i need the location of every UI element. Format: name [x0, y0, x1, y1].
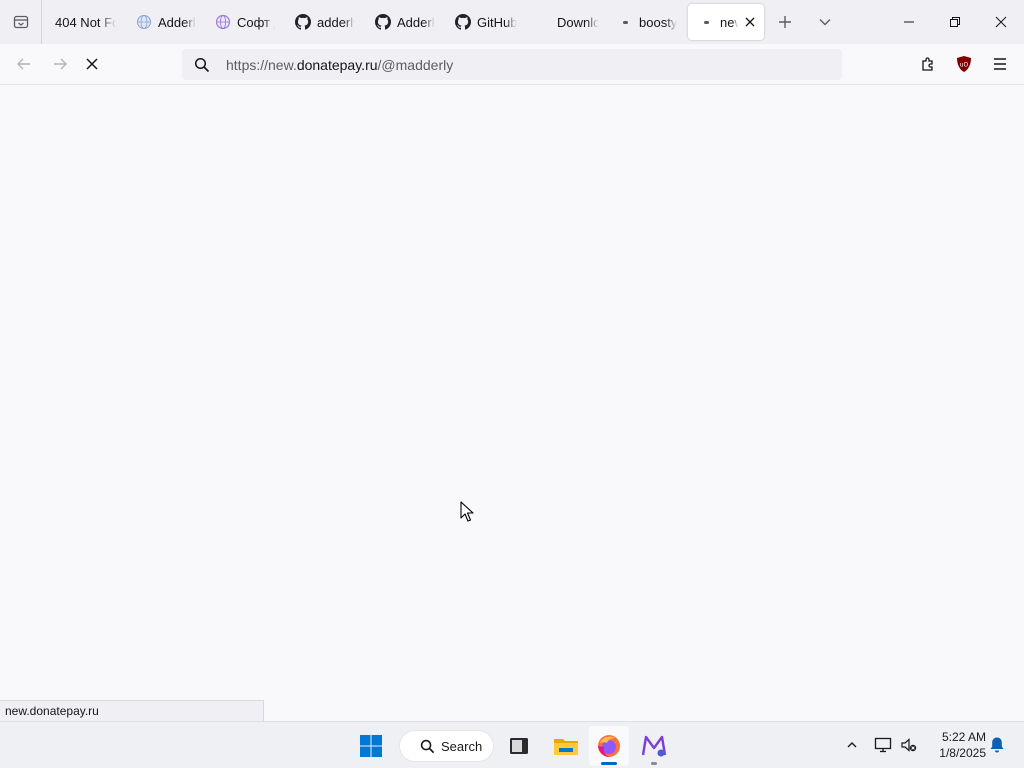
forward-button[interactable]	[44, 50, 76, 78]
task-view-button[interactable]	[499, 726, 539, 766]
tab-title: Download	[557, 14, 599, 30]
back-button[interactable]	[8, 50, 40, 78]
system-clock[interactable]: 5:22 AM 1/8/2025	[926, 729, 986, 761]
app-menu-button[interactable]	[984, 50, 1016, 78]
tab-title: GitHub	[477, 14, 517, 30]
restore-icon	[950, 17, 960, 27]
hamburger-menu-icon	[994, 58, 1006, 70]
ublock-shield-icon: uO	[957, 56, 971, 72]
github-icon	[455, 14, 471, 30]
mouse-cursor-icon	[460, 501, 474, 523]
tab-404[interactable]: 404 Not Found	[55, 4, 117, 40]
windows-taskbar: Search 5:22 AM 1/8/2025	[0, 721, 1024, 768]
url-prefix: https://new.	[226, 56, 297, 73]
plus-icon	[779, 16, 791, 28]
page-content-area	[0, 85, 1024, 721]
puzzle-icon	[922, 57, 933, 71]
search-icon	[420, 739, 435, 753]
url-host: donatepay.ru	[296, 56, 378, 73]
volume-button[interactable]	[898, 734, 920, 756]
search-icon	[182, 49, 222, 80]
chevron-up-icon	[847, 742, 857, 748]
minimize-button[interactable]	[886, 0, 932, 44]
clock-date: 1/8/2025	[939, 746, 986, 760]
tab-github-adderly[interactable]: adderly	[295, 4, 355, 40]
url-bar[interactable]: https://new.donatepay.ru/@madderly	[182, 49, 842, 80]
active-app-indicator	[601, 762, 617, 765]
tab-title: 404 Not Found	[55, 14, 117, 30]
close-window-button[interactable]	[978, 0, 1024, 44]
close-tab-button[interactable]	[744, 14, 756, 30]
github-icon	[295, 14, 311, 30]
tab-title: boosty	[639, 14, 677, 30]
folder-icon	[554, 739, 578, 755]
extensions-button[interactable]	[912, 50, 944, 78]
arrow-left-icon	[17, 58, 30, 70]
network-button[interactable]	[872, 734, 894, 756]
tab-soft[interactable]: Софт для	[215, 4, 275, 40]
loading-dot-icon	[617, 14, 633, 30]
show-hidden-icons-button[interactable]	[841, 734, 863, 756]
close-icon	[995, 16, 1007, 28]
svg-text:uO: uO	[960, 62, 969, 69]
clock-time: 5:22 AM	[941, 730, 986, 744]
tab-boosty[interactable]: boosty	[617, 4, 677, 40]
loading-dot-icon	[698, 14, 714, 30]
firefox-taskbar-button[interactable]	[589, 726, 629, 766]
tab-title: Софт для	[237, 14, 275, 30]
firefox-view-button[interactable]	[0, 0, 42, 44]
stop-button[interactable]	[76, 50, 108, 78]
tab-title: Adderly	[158, 14, 196, 30]
bell-icon	[990, 737, 1004, 753]
tab-title: Adderly	[397, 14, 435, 30]
new-tab-button[interactable]	[771, 8, 799, 36]
tab-title: adderly	[317, 14, 355, 30]
app-m-icon	[641, 735, 667, 757]
list-all-tabs-button[interactable]	[811, 8, 839, 36]
taskbar-search-label: Search	[441, 738, 483, 754]
taskbar-search-box[interactable]: Search	[399, 730, 494, 762]
speaker-muted-icon	[901, 738, 917, 752]
github-icon	[375, 14, 391, 30]
close-icon	[745, 17, 755, 27]
windows-logo-icon	[360, 735, 382, 757]
url-text[interactable]: https://new.donatepay.ru/@madderly	[222, 57, 453, 73]
globe-icon	[136, 14, 152, 30]
task-view-icon	[510, 738, 528, 754]
tab-github[interactable]: GitHub	[455, 4, 517, 40]
firefox-icon	[598, 735, 620, 757]
tab-strip: 404 Not Found Adderly Софт для adderly A…	[0, 0, 1024, 44]
tab-title: new.donatepay.ru	[720, 14, 738, 30]
stop-icon	[86, 58, 98, 70]
status-panel: new.donatepay.ru	[0, 700, 264, 721]
tab-github-adderly-2[interactable]: Adderly	[375, 4, 435, 40]
url-path: /@madderly	[377, 56, 454, 73]
network-monitor-icon	[874, 737, 892, 753]
file-explorer-button[interactable]	[546, 726, 586, 766]
tab-donatepay[interactable]: new.donatepay.ru	[688, 4, 764, 40]
navigation-toolbar: https://new.donatepay.ru/@madderly uO	[0, 44, 1024, 85]
chevron-down-icon	[819, 19, 831, 26]
restore-button[interactable]	[932, 0, 978, 44]
web-icon	[215, 14, 231, 30]
ublock-origin-button[interactable]: uO	[948, 50, 980, 78]
running-app-indicator	[651, 762, 657, 765]
start-button[interactable]	[351, 726, 391, 766]
arrow-right-icon	[54, 58, 67, 70]
minimize-icon	[904, 21, 914, 23]
tab-adderly-1[interactable]: Adderly	[136, 4, 196, 40]
tab-download[interactable]: Download	[557, 4, 599, 40]
app-taskbar-button[interactable]	[634, 726, 674, 766]
firefox-view-icon	[13, 15, 28, 29]
notifications-button[interactable]	[986, 734, 1008, 756]
